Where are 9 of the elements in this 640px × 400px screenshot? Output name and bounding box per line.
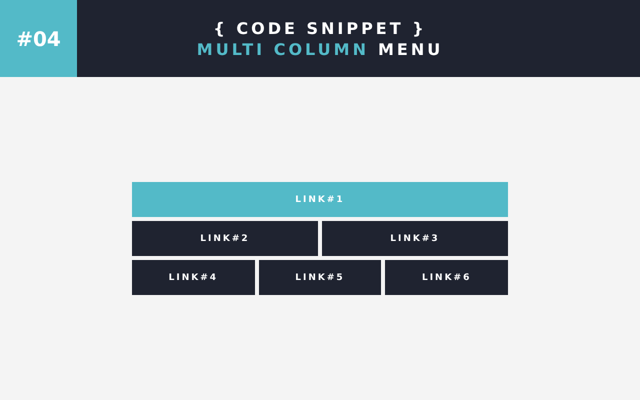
subtitle: MENU xyxy=(378,40,444,58)
menu-link[interactable]: LINK#4 xyxy=(132,260,255,295)
title: { CODE SNIPPET } xyxy=(213,18,427,38)
subtitle-highlight: MULTI COLUMN xyxy=(196,40,369,58)
menu-link[interactable]: LINK#5 xyxy=(258,260,382,295)
menu-link[interactable]: LINK#2 xyxy=(132,221,318,256)
menu-link[interactable]: LINK#6 xyxy=(385,260,508,295)
badge: #04 xyxy=(0,0,77,77)
menu-link[interactable]: LINK#3 xyxy=(322,221,508,256)
